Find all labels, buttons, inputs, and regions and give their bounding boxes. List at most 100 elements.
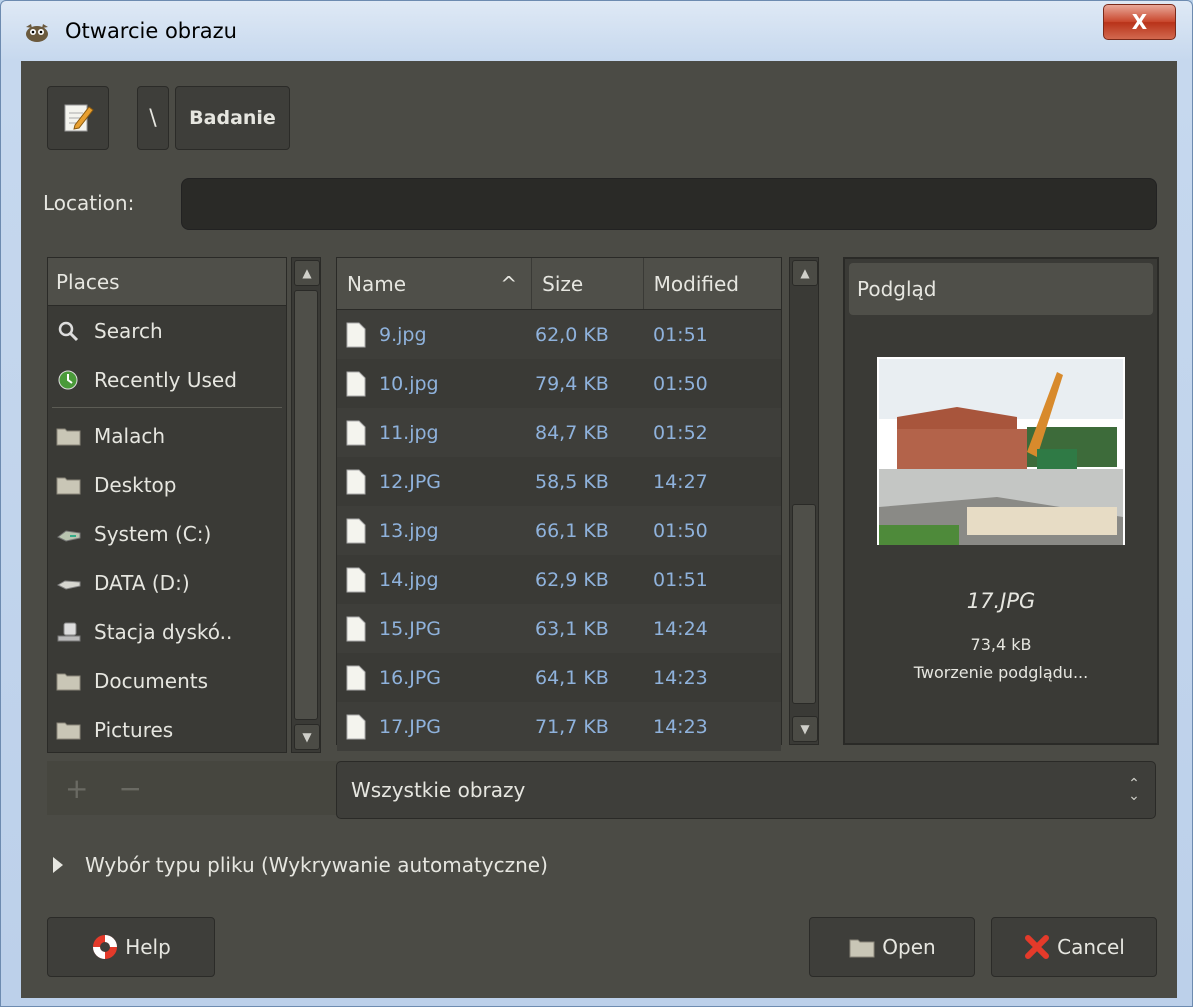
filter-selected-value: Wszystkie obrazy xyxy=(351,778,526,802)
place-item-data-d[interactable]: DATA (D:) xyxy=(48,558,286,607)
file-modified: 14:23 xyxy=(653,715,708,738)
place-label: Pictures xyxy=(94,717,174,742)
search-icon xyxy=(58,321,79,341)
place-label: Desktop xyxy=(94,472,177,497)
path-root-button[interactable]: \ xyxy=(137,86,169,150)
file-name: 10.jpg xyxy=(379,372,439,395)
column-modified-header[interactable]: Modified xyxy=(644,258,781,309)
file-row[interactable]: 15.JPG 63,1 KB 14:24 xyxy=(337,604,781,653)
file-modified: 14:23 xyxy=(653,666,708,689)
location-input[interactable] xyxy=(181,178,1157,230)
file-modified: 14:24 xyxy=(653,617,708,640)
scroll-down-icon[interactable]: ▼ xyxy=(792,716,818,742)
file-size: 79,4 KB xyxy=(535,372,609,395)
file-rows: 9.jpg 62,0 KB 01:51 10.jpg 79,4 KB 01:50 11.jp… xyxy=(337,310,781,751)
scroll-up-icon[interactable]: ▲ xyxy=(792,260,818,286)
column-name-header[interactable]: Name ^ xyxy=(337,258,533,309)
sort-ascending-icon: ^ xyxy=(500,271,518,296)
place-item-pictures[interactable]: Pictures xyxy=(48,705,286,754)
file-icon xyxy=(346,322,366,347)
column-size-header[interactable]: Size xyxy=(532,258,644,309)
places-header[interactable]: Places xyxy=(48,258,286,306)
file-icon xyxy=(346,420,366,445)
preview-header[interactable]: Podgląd xyxy=(849,263,1153,315)
open-button[interactable]: Open xyxy=(809,917,975,977)
file-filter-select[interactable]: Wszystkie obrazy ⌃ ⌄ xyxy=(336,761,1156,819)
file-name-cell: 10.jpg xyxy=(337,370,533,398)
places-separator xyxy=(52,407,282,408)
remove-place-button[interactable]: − xyxy=(118,772,141,805)
file-modified: 01:52 xyxy=(653,421,708,444)
file-name-cell: 11.jpg xyxy=(337,419,533,447)
place-item-search[interactable]: Search xyxy=(48,306,286,355)
file-size: 63,1 KB xyxy=(535,617,609,640)
file-size: 58,5 KB xyxy=(535,470,609,493)
lifebuoy-icon xyxy=(93,935,118,959)
folder-icon xyxy=(56,428,81,445)
place-item-documents[interactable]: Documents xyxy=(48,656,286,705)
cancel-button[interactable]: Cancel xyxy=(991,917,1157,977)
file-list: Name ^ Size Modified 9.jpg 62,0 KB 01:51 10… xyxy=(336,257,782,751)
files-scrollbar[interactable]: ▲ ▼ xyxy=(789,257,819,745)
places-scrollbar[interactable]: ▲ ▼ xyxy=(291,257,321,753)
place-item-desktop[interactable]: Desktop xyxy=(48,460,286,509)
folder-icon xyxy=(56,673,81,690)
open-label: Open xyxy=(882,935,936,959)
places-scroll-thumb[interactable] xyxy=(294,290,318,720)
cancel-label: Cancel xyxy=(1057,935,1125,959)
places-add-remove: + − xyxy=(47,761,347,815)
file-name: 11.jpg xyxy=(379,421,439,444)
preview-filesize: 73,4 kB xyxy=(970,635,1032,654)
file-row[interactable]: 10.jpg 79,4 KB 01:50 xyxy=(337,359,781,408)
file-size: 62,0 KB xyxy=(535,323,609,346)
help-button[interactable]: Help xyxy=(47,917,215,977)
up-down-arrows-icon: ⌃ ⌄ xyxy=(1128,776,1140,804)
file-icon xyxy=(346,567,366,592)
place-label: Search xyxy=(94,318,163,343)
scroll-up-icon[interactable]: ▲ xyxy=(294,260,320,286)
file-name: 16.JPG xyxy=(379,666,442,689)
file-row[interactable]: 12.JPG 58,5 KB 14:27 xyxy=(337,457,781,506)
file-size: 66,1 KB xyxy=(535,519,609,542)
file-row[interactable]: 17.JPG 71,7 KB 14:23 xyxy=(337,702,781,751)
file-modified: 01:50 xyxy=(653,519,708,542)
file-icon xyxy=(346,616,366,641)
type-location-button[interactable] xyxy=(47,86,109,150)
dialog-content: \ Badanie Location: Places Search Recent… xyxy=(21,61,1177,998)
file-name-cell: 15.JPG xyxy=(337,615,533,643)
file-icon xyxy=(346,371,366,396)
close-button[interactable]: X xyxy=(1103,4,1176,40)
place-item-stacja-dyskow[interactable]: Stacja dyskó.. xyxy=(48,607,286,656)
expander-label: Wybór typu pliku (Wykrywanie automatyczn… xyxy=(85,853,548,877)
files-scroll-thumb[interactable] xyxy=(792,504,816,704)
file-modified: 14:27 xyxy=(653,470,708,493)
gimp-logo-icon xyxy=(26,24,48,42)
preview-status: Tworzenie podglądu... xyxy=(913,663,1089,682)
drive-icon xyxy=(57,529,81,542)
file-row[interactable]: 11.jpg 84,7 KB 01:52 xyxy=(337,408,781,457)
add-place-button[interactable]: + xyxy=(65,772,88,805)
place-item-malach[interactable]: Malach xyxy=(48,411,286,460)
file-row[interactable]: 14.jpg 62,9 KB 01:51 xyxy=(337,555,781,604)
folder-open-icon xyxy=(849,939,875,958)
place-label: DATA (D:) xyxy=(94,570,190,595)
scroll-down-icon[interactable]: ▼ xyxy=(294,724,320,750)
file-row[interactable]: 13.jpg 66,1 KB 01:50 xyxy=(337,506,781,555)
file-row[interactable]: 9.jpg 62,0 KB 01:51 xyxy=(337,310,781,359)
file-size: 64,1 KB xyxy=(535,666,609,689)
path-crumb-badanie[interactable]: Badanie xyxy=(175,86,290,150)
place-item-recently-used[interactable]: Recently Used xyxy=(48,355,286,404)
preview-thumbnail xyxy=(877,357,1125,545)
file-name: 9.jpg xyxy=(379,323,427,346)
file-row[interactable]: 16.JPG 64,1 KB 14:23 xyxy=(337,653,781,702)
window-title: Otwarcie obrazu xyxy=(65,19,237,43)
file-type-expander[interactable]: Wybór typu pliku (Wykrywanie automatyczn… xyxy=(53,853,548,877)
help-label: Help xyxy=(125,935,171,959)
place-label: Documents xyxy=(94,668,209,693)
file-name-cell: 14.jpg xyxy=(337,566,533,594)
title-bar[interactable]: Otwarcie obrazu X xyxy=(1,1,1193,61)
place-item-system-c[interactable]: System (C:) xyxy=(48,509,286,558)
file-name: 12.JPG xyxy=(379,470,442,493)
file-icon xyxy=(346,518,366,543)
file-icon xyxy=(346,469,366,494)
